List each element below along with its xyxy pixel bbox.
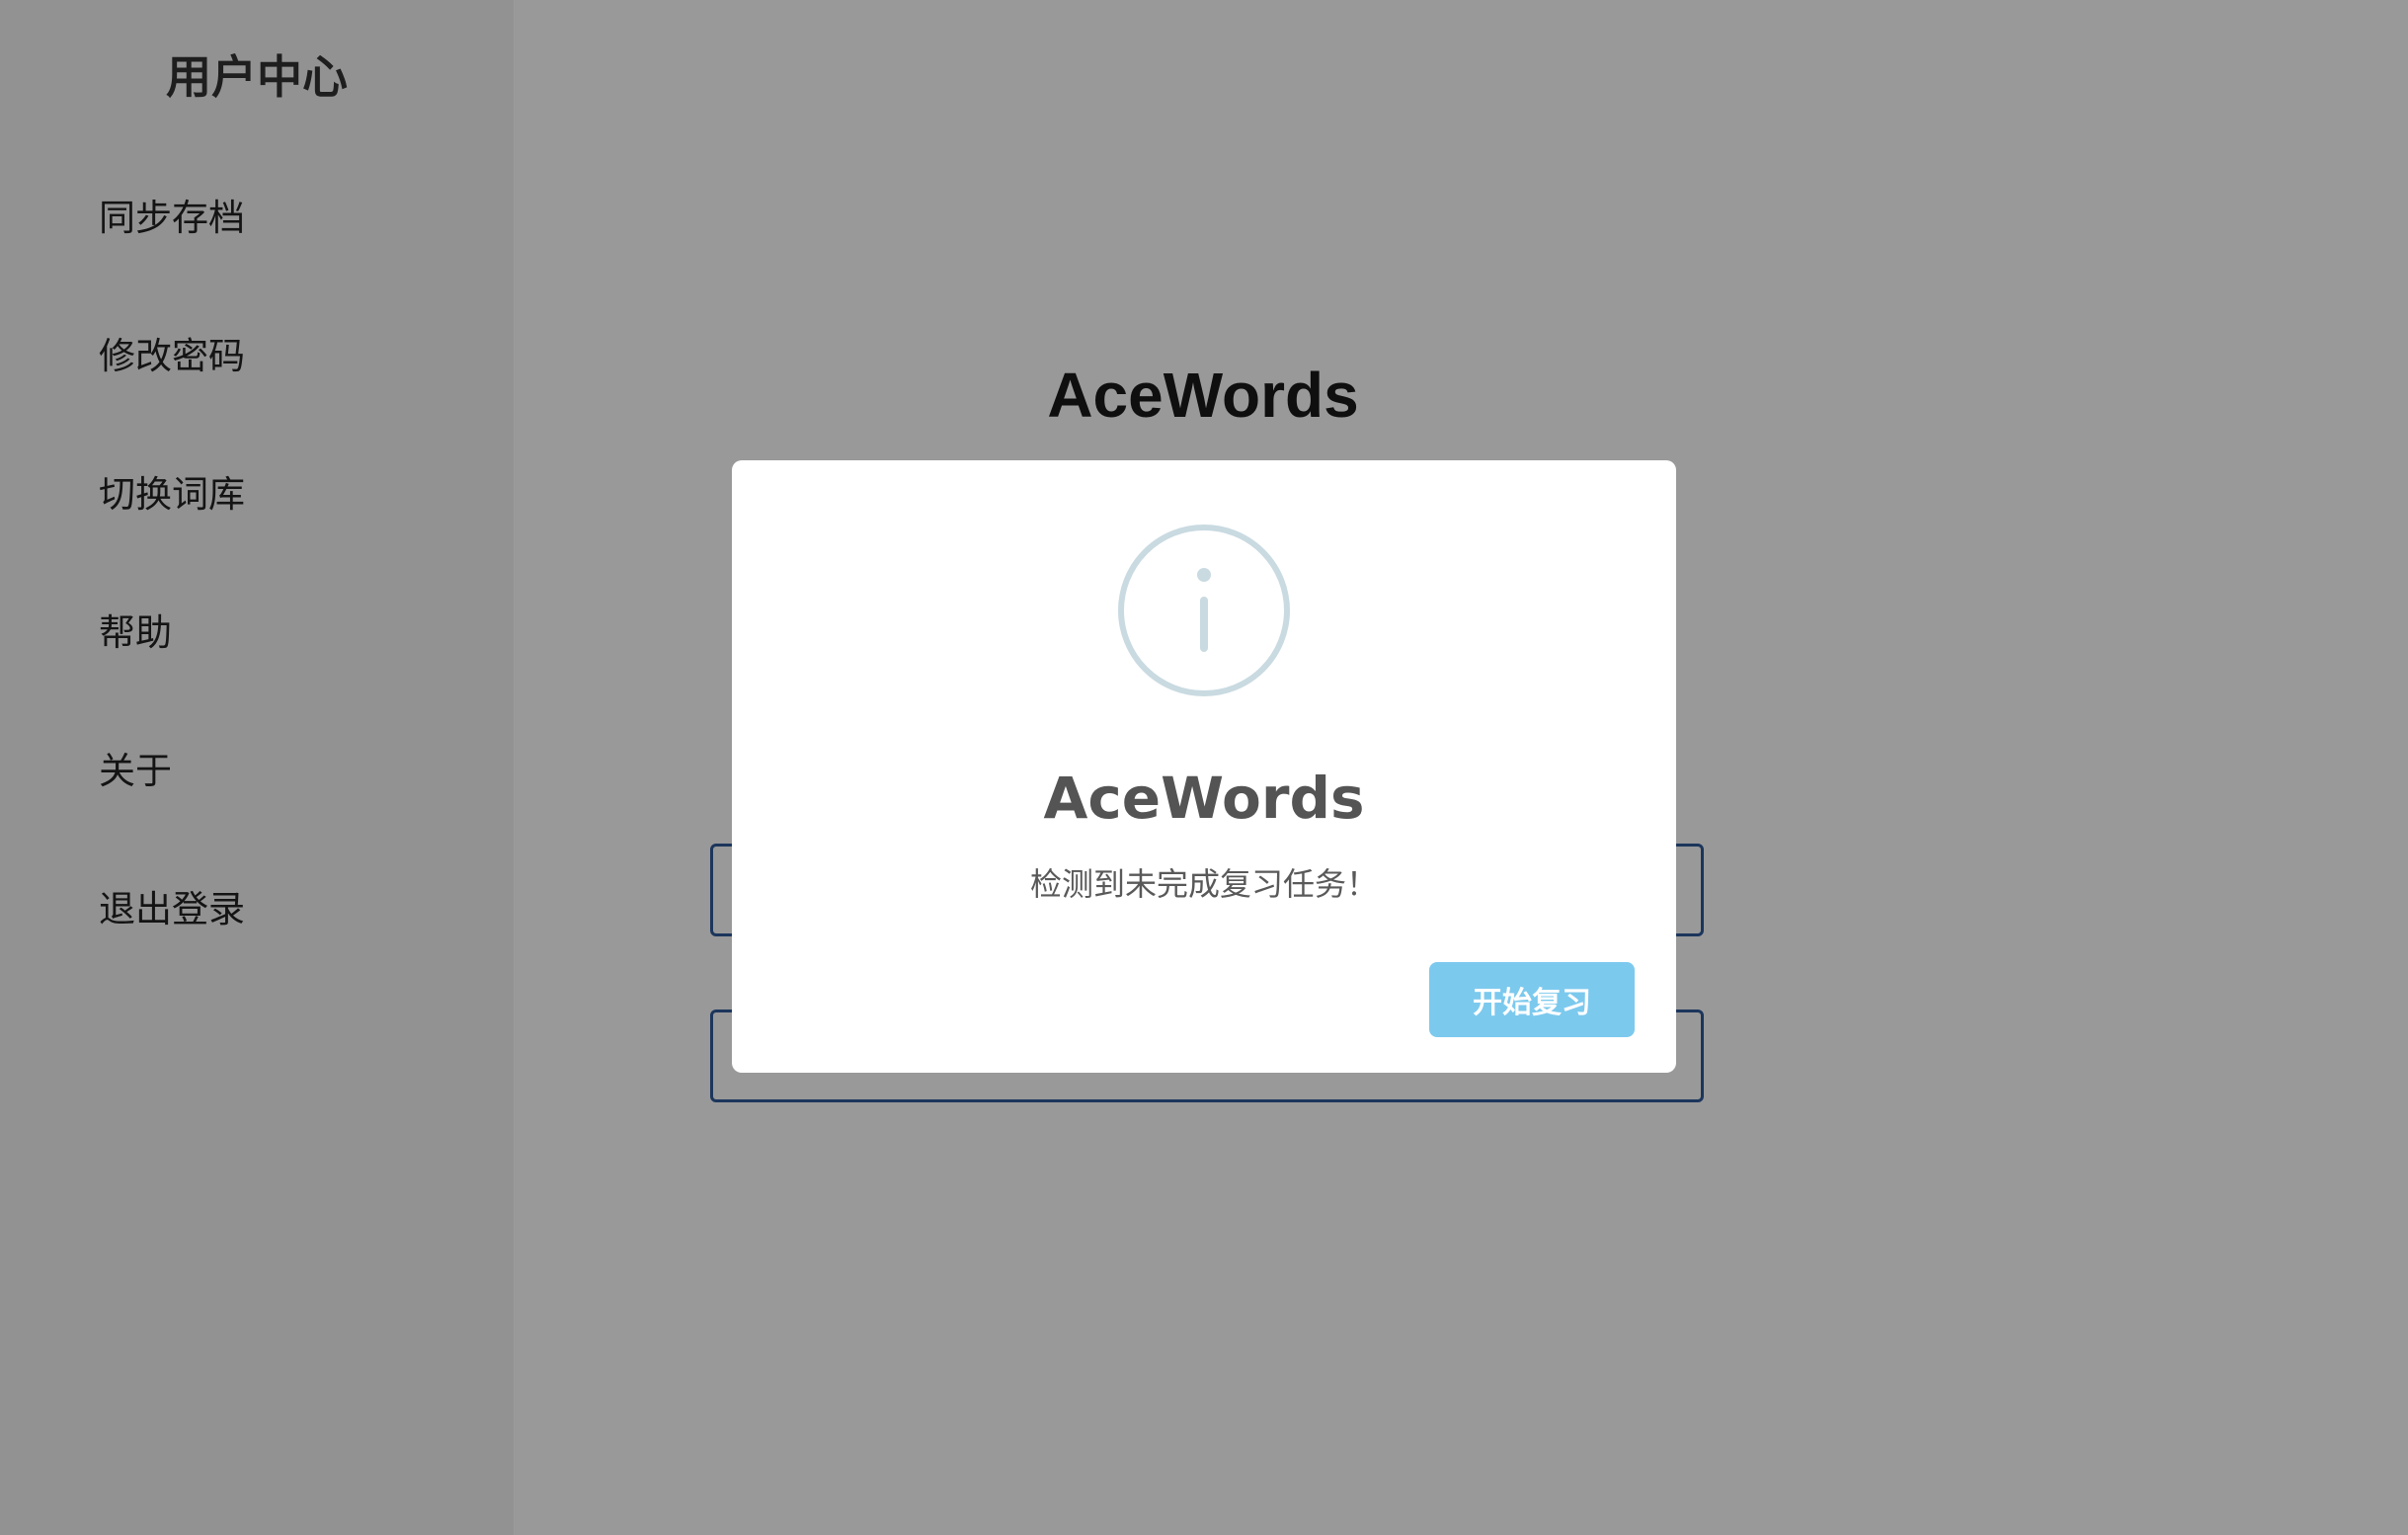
alert-dialog: AceWords 检测到未完成复习任务！ 开始复习 bbox=[732, 460, 1676, 1073]
info-icon bbox=[1118, 525, 1290, 696]
dialog-message: 检测到未完成复习任务！ bbox=[1029, 865, 1378, 903]
app-root: 用户中心 同步存档 修改密码 切换词库 帮助 关于 退出登录 AceWords … bbox=[0, 0, 2408, 1535]
start-review-button[interactable]: 开始复习 bbox=[1429, 962, 1635, 1037]
dialog-title: AceWords bbox=[1043, 765, 1365, 832]
